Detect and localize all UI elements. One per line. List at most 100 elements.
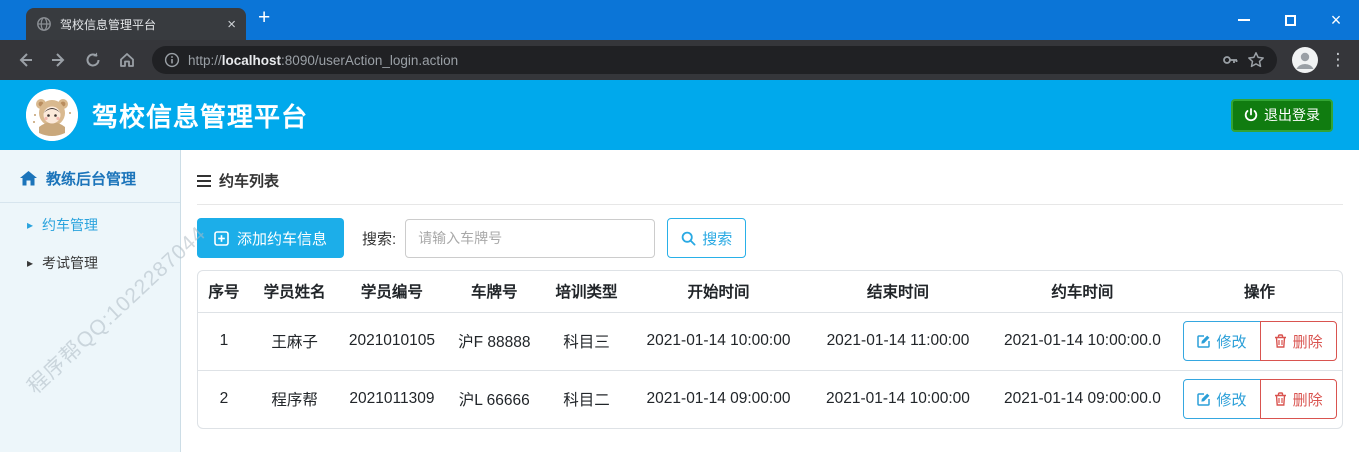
column-header-seq: 序号: [198, 271, 250, 313]
maximize-icon: [1284, 14, 1296, 26]
forward-button[interactable]: [42, 43, 76, 77]
column-header-student-name: 学员姓名: [249, 271, 340, 313]
cell-actions: 修改 删除: [1177, 370, 1342, 428]
panel-title: 约车列表: [197, 170, 1343, 191]
edit-pencil-icon: [1196, 334, 1211, 348]
window-maximize-button[interactable]: [1267, 0, 1313, 40]
cell-training-type: 科目三: [544, 312, 629, 371]
bookmark-star-icon[interactable]: [1247, 51, 1265, 69]
edit-label: 修改: [1216, 333, 1247, 351]
table-row: 1 王麻子 2021010105 沪F 88888 科目三 2021-01-14…: [198, 312, 1342, 371]
sidebar-section-coach-admin[interactable]: 教练后台管理: [0, 160, 180, 202]
column-header-booking-time: 约车时间: [987, 271, 1178, 313]
column-header-student-id: 学员编号: [339, 271, 445, 313]
cell-plate: 沪L 66666: [458, 392, 530, 410]
edit-button[interactable]: 修改: [1182, 321, 1261, 361]
browser-tab-strip: 驾校信息管理平台 × + ×: [0, 0, 1359, 40]
cell-seq: 2: [219, 390, 229, 408]
sidebar-item-label: 约车管理: [42, 217, 99, 233]
caret-right-icon: ▸: [27, 218, 34, 232]
search-button-label: 搜索: [702, 230, 733, 248]
window-close-button[interactable]: ×: [1313, 0, 1359, 40]
logout-label: 退出登录: [1264, 107, 1320, 123]
add-booking-label: 添加约车信息: [237, 230, 328, 248]
column-header-plate: 车牌号: [444, 271, 545, 313]
password-key-icon[interactable]: [1221, 51, 1239, 69]
page-info-icon[interactable]: [164, 52, 180, 68]
trash-icon: [1274, 334, 1287, 348]
home-button[interactable]: [110, 43, 144, 77]
home-icon: [20, 171, 37, 186]
delete-label: 删除: [1292, 391, 1323, 409]
column-header-training-type: 培训类型: [544, 271, 629, 313]
edit-button[interactable]: 修改: [1182, 379, 1261, 420]
add-booking-button[interactable]: 添加约车信息: [197, 218, 345, 258]
url-path: :8090/userAction_login.action: [281, 52, 459, 68]
sidebar-section-label: 教练后台管理: [46, 171, 137, 188]
plus-square-icon: [214, 230, 229, 246]
app-header: 驾校信息管理平台 退出登录: [0, 80, 1359, 150]
window-minimize-button[interactable]: [1221, 0, 1267, 40]
trash-icon: [1274, 392, 1287, 406]
delete-button[interactable]: 删除: [1259, 379, 1337, 420]
window-controls: ×: [1221, 0, 1359, 40]
page-title: 驾校信息管理平台: [92, 101, 309, 132]
app-logo: [26, 89, 78, 141]
power-icon: [1244, 108, 1258, 122]
search-icon: [681, 231, 696, 246]
url-text[interactable]: http://localhost:8090/userAction_login.a…: [188, 53, 1213, 68]
sidebar: 教练后台管理 ▸ 约车管理 ▸ 考试管理: [0, 150, 181, 452]
url-protocol: http://: [188, 52, 222, 68]
delete-button[interactable]: 删除: [1259, 321, 1337, 361]
sidebar-item-label: 考试管理: [42, 255, 99, 271]
cell-start-time: 2021-01-14 10:00:00: [628, 312, 809, 371]
booking-table: 序号 学员姓名 学员编号 车牌号 培训类型 开始时间 结束时间 约车时间 操作 …: [197, 270, 1343, 429]
minimize-icon: [1238, 19, 1250, 21]
new-tab-button[interactable]: +: [258, 6, 270, 30]
browser-toolbar: http://localhost:8090/userAction_login.a…: [0, 40, 1359, 80]
list-menu-icon: [197, 174, 211, 187]
browser-menu-icon[interactable]: ⋮: [1325, 50, 1351, 70]
address-bar[interactable]: http://localhost:8090/userAction_login.a…: [152, 46, 1277, 74]
reload-button[interactable]: [76, 43, 110, 77]
caret-right-icon: ▸: [27, 256, 34, 270]
cell-end-time: 2021-01-14 10:00:00: [825, 390, 970, 408]
page-body: 程序帮QQ:1022287044 教练后台管理 ▸ 约车管理 ▸ 考试管理 约车…: [0, 150, 1359, 452]
cell-start-time: 2021-01-14 09:00:00: [646, 390, 791, 408]
url-host: localhost: [221, 52, 282, 68]
edit-label: 修改: [1216, 391, 1247, 409]
tab-title: 驾校信息管理平台: [60, 17, 157, 32]
cell-plate: 沪F 88888: [444, 312, 545, 371]
cell-training-type: 科目二: [563, 392, 610, 410]
logout-button[interactable]: 退出登录: [1231, 98, 1333, 132]
search-input[interactable]: [405, 218, 656, 258]
profile-avatar-icon[interactable]: [1291, 46, 1319, 74]
cell-end-time: 2021-01-14 11:00:00: [808, 312, 988, 371]
cell-student-id: 2021010105: [339, 312, 445, 371]
search-label: 搜索:: [362, 230, 397, 248]
sidebar-item-booking-management[interactable]: ▸ 约车管理: [0, 203, 180, 241]
cell-student-name: 王麻子: [249, 312, 340, 371]
cell-student-id: 2021011309: [349, 390, 435, 408]
edit-pencil-icon: [1196, 392, 1211, 406]
sidebar-item-exam-management[interactable]: ▸ 考试管理: [0, 241, 180, 279]
actions-row: 添加约车信息 搜索: 搜索: [197, 218, 1343, 258]
cell-seq: 1: [198, 312, 250, 371]
table-header-row: 序号 学员姓名 学员编号 车牌号 培训类型 开始时间 结束时间 约车时间 操作: [198, 271, 1342, 313]
column-header-end-time: 结束时间: [808, 271, 988, 313]
cell-actions: 修改 删除: [1177, 312, 1342, 371]
delete-label: 删除: [1292, 333, 1323, 351]
browser-tab[interactable]: 驾校信息管理平台 ×: [26, 8, 246, 40]
cell-booking-time: 2021-01-14 09:00:00.0: [1003, 390, 1161, 408]
main-content: 约车列表 添加约车信息 搜索: 搜索: [181, 150, 1359, 452]
back-button[interactable]: [8, 43, 42, 77]
panel-title-label: 约车列表: [219, 173, 280, 190]
cell-booking-time: 2021-01-14 10:00:00.0: [987, 312, 1178, 371]
favicon-globe-icon: [36, 16, 52, 32]
column-header-start-time: 开始时间: [628, 271, 809, 313]
tab-close-icon[interactable]: ×: [227, 17, 236, 32]
table-row: 2 程序帮 2021011309 沪L 66666 科目二 2021-01-14…: [198, 370, 1342, 428]
column-header-actions: 操作: [1177, 271, 1342, 313]
search-button[interactable]: 搜索: [667, 218, 747, 258]
panel-divider: [197, 204, 1343, 205]
